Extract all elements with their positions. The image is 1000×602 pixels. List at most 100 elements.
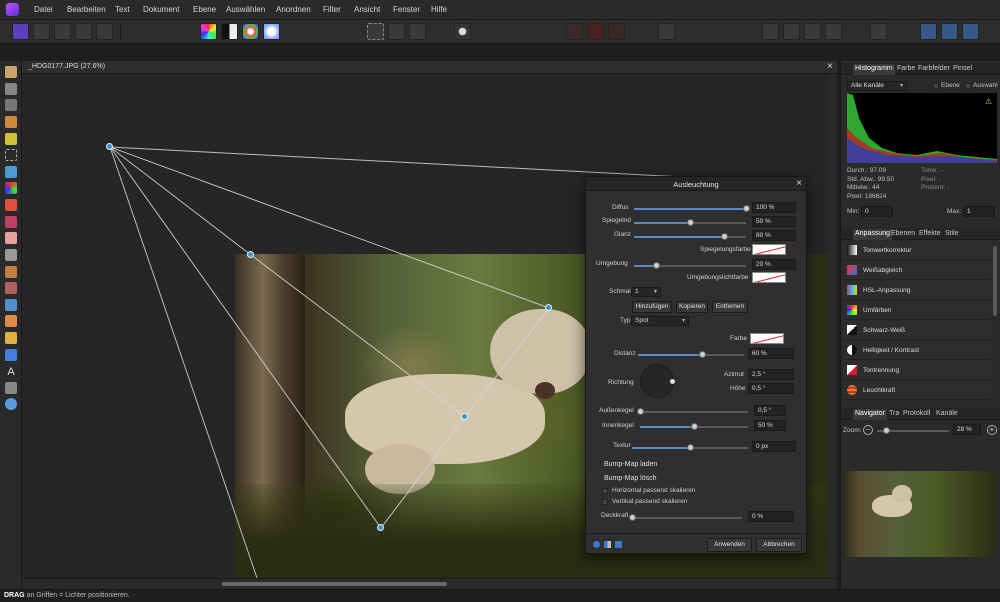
light-cone-handle[interactable]	[545, 304, 552, 311]
mirror-view-icon[interactable]	[604, 541, 611, 548]
channel-select[interactable]: Alle Kanäle	[847, 81, 907, 91]
close-document-icon[interactable]: ×	[827, 61, 833, 72]
copy-light-button[interactable]: Kopieren	[676, 301, 708, 313]
red-eye-icon[interactable]	[5, 282, 17, 294]
magnet-icon[interactable]	[608, 23, 625, 40]
tab-anpassung[interactable]: Anpassung	[853, 229, 893, 240]
smudge-icon[interactable]	[5, 315, 17, 327]
auto-levels-icon[interactable]	[200, 23, 217, 40]
crop-tool-icon[interactable]	[5, 99, 17, 111]
dodge-icon[interactable]	[5, 249, 17, 261]
tone-mapping-persona-icon[interactable]	[75, 23, 92, 40]
arrange-back-icon[interactable]	[762, 23, 779, 40]
tab-ebenen[interactable]: Ebenen	[891, 230, 915, 237]
add-light-button[interactable]: Hinzufügen	[632, 301, 672, 313]
azimut-value[interactable]: 2,5 °	[748, 369, 794, 380]
diffus-slider[interactable]	[634, 205, 750, 212]
zoom-tool-icon[interactable]	[5, 398, 17, 410]
brush-selection-icon[interactable]	[5, 116, 17, 128]
innenkegel-slider[interactable]	[640, 423, 748, 430]
blur-icon[interactable]	[5, 299, 17, 311]
apply-button[interactable]: Anwenden	[707, 538, 752, 552]
tab-transform[interactable]: Tra	[889, 410, 899, 417]
zoom-out-icon[interactable]: −	[863, 425, 873, 435]
specular-color-swatch[interactable]	[752, 244, 786, 255]
develop-persona-icon[interactable]	[54, 23, 71, 40]
eraser-icon[interactable]	[5, 232, 17, 244]
cancel-button[interactable]: Abbrechen	[756, 538, 802, 552]
auto-contrast-icon[interactable]	[221, 23, 238, 40]
adjustment-item[interactable]: HSL-Anpassung	[843, 281, 991, 300]
auto-white-balance-icon[interactable]	[263, 23, 280, 40]
menu-text[interactable]: Text	[115, 5, 130, 14]
flag-icon[interactable]	[587, 23, 604, 40]
adjustment-item[interactable]: Schwarz-Weiß	[843, 321, 991, 340]
aussenkegel-slider[interactable]	[637, 408, 748, 415]
menu-hilfe[interactable]: Hilfe	[431, 5, 447, 14]
selection-mask-icon[interactable]	[388, 23, 405, 40]
horizontal-scrollbar[interactable]	[22, 578, 837, 589]
distanz-slider[interactable]	[638, 351, 744, 358]
tab-protokoll[interactable]: Protokoll	[903, 410, 930, 417]
photo-persona-icon[interactable]	[12, 23, 29, 40]
selection-icon[interactable]	[367, 23, 384, 40]
tab-navigator[interactable]: Navigator	[853, 409, 887, 420]
light-cone-handle[interactable]	[377, 524, 384, 531]
boolean-intersect-icon[interactable]	[962, 23, 979, 40]
deckkraft-value[interactable]: 0 %	[748, 511, 794, 522]
quick-mask-icon[interactable]	[409, 23, 426, 40]
bump-map-delete-button[interactable]: Bump-Map lösch	[604, 475, 657, 482]
color-replacement-icon[interactable]	[5, 216, 17, 228]
tab-farbe[interactable]: Farbe	[897, 65, 915, 72]
umgebung-value[interactable]: 20 %	[752, 259, 796, 270]
diffus-value[interactable]: 100 %	[752, 202, 796, 213]
arrange-backward-icon[interactable]	[783, 23, 800, 40]
align-icon[interactable]	[870, 23, 887, 40]
cursor-icon[interactable]	[658, 23, 675, 40]
ambient-color-swatch[interactable]	[752, 272, 786, 283]
light-color-swatch[interactable]	[750, 333, 784, 344]
color-picker-icon[interactable]	[5, 182, 17, 194]
full-view-icon[interactable]	[615, 541, 622, 548]
adjustment-item[interactable]: Umfärben	[843, 301, 991, 320]
adjustment-scrollbar[interactable]	[993, 246, 997, 316]
zoom-in-icon[interactable]: +	[987, 425, 997, 435]
umgebung-slider[interactable]	[634, 262, 746, 269]
pen-tool-icon[interactable]	[5, 332, 17, 344]
distanz-value[interactable]: 60 %	[748, 348, 794, 359]
light-source-handle[interactable]	[106, 143, 113, 150]
menu-dokument[interactable]: Dokument	[143, 5, 179, 14]
horizontal-scale-checkbox[interactable]	[602, 488, 608, 494]
snapping-icon[interactable]	[566, 23, 583, 40]
marquee-tool-icon[interactable]	[5, 149, 17, 161]
adjustment-item[interactable]: Tontrennung	[843, 361, 991, 380]
menu-auswaehlen[interactable]: Auswählen	[226, 5, 265, 14]
glanz-value[interactable]: 80 %	[752, 230, 796, 241]
menu-anordnen[interactable]: Anordnen	[276, 5, 311, 14]
tab-histogramm[interactable]: Histogramm	[853, 64, 895, 75]
shape-tool-icon[interactable]	[5, 349, 17, 361]
bump-map-load-button[interactable]: Bump-Map laden	[604, 461, 657, 468]
adjustment-item[interactable]: Tonwertkorrektur	[843, 241, 991, 260]
tab-effekte[interactable]: Effekte	[919, 230, 941, 237]
zoom-value[interactable]: 28 %	[953, 424, 981, 435]
menu-ansicht[interactable]: Ansicht	[354, 5, 380, 14]
auto-colors-icon[interactable]	[242, 23, 259, 40]
layer-checkbox[interactable]	[933, 83, 939, 89]
dialog-titlebar[interactable]: Ausleuchtung ×	[586, 177, 806, 191]
adjustment-item[interactable]: Helligkeit / Kontrast	[843, 341, 991, 360]
export-persona-icon[interactable]	[96, 23, 113, 40]
paint-brush-icon[interactable]	[5, 199, 17, 211]
menu-filter[interactable]: Filter	[323, 5, 341, 14]
hoehe-value[interactable]: 0,5 °	[748, 383, 794, 394]
vertical-scrollbar[interactable]	[828, 74, 837, 578]
arrange-forward-icon[interactable]	[804, 23, 821, 40]
vertical-scale-checkbox[interactable]	[602, 499, 608, 505]
zoom-slider[interactable]	[877, 427, 949, 434]
assistant-icon[interactable]	[454, 23, 471, 40]
boolean-subtract-icon[interactable]	[941, 23, 958, 40]
scroll-thumb[interactable]	[222, 582, 447, 586]
direction-dial[interactable]	[640, 364, 675, 398]
light-target-handle[interactable]	[461, 413, 468, 420]
tab-stile[interactable]: Stile	[945, 230, 959, 237]
